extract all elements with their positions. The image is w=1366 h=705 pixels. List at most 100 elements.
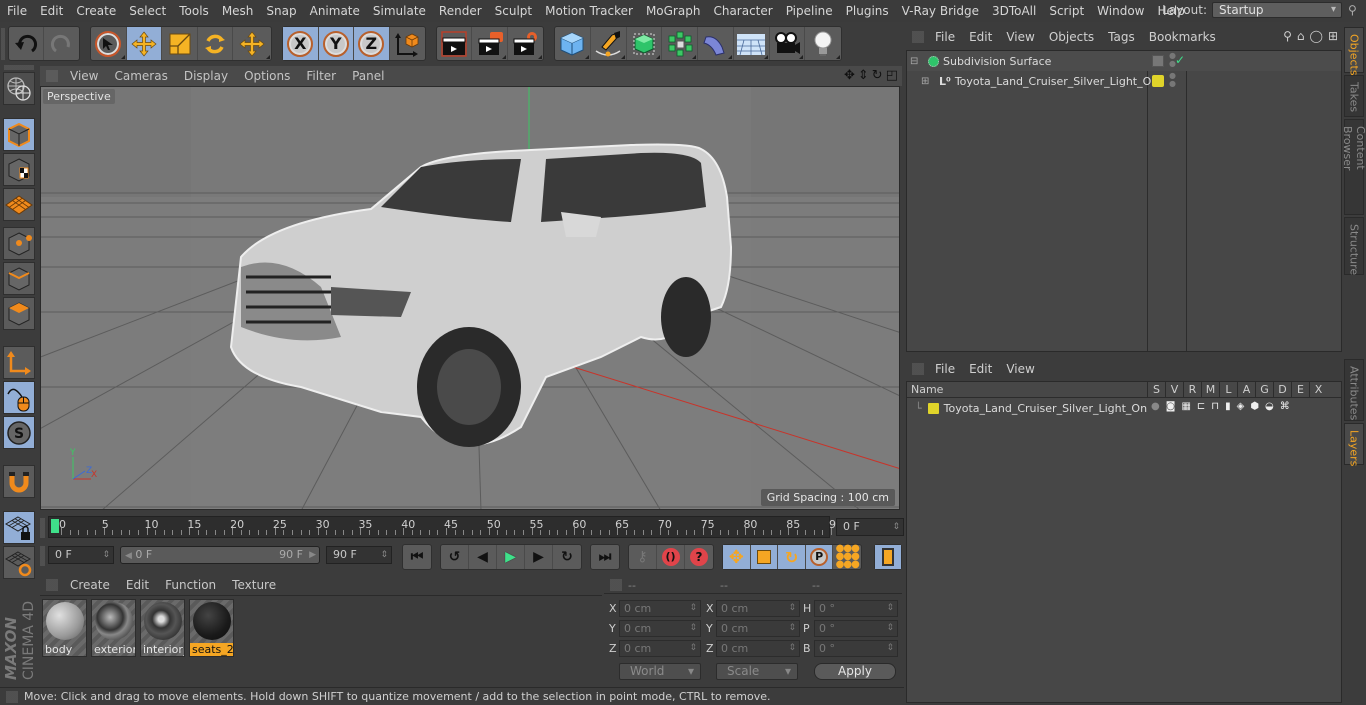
tab-structure[interactable]: Structure [1344,217,1364,275]
y-axis-lock-button[interactable]: Y [318,27,354,60]
size-y-field[interactable]: 0 cm ⇕ [716,620,800,637]
om-menu-objects[interactable]: Objects [1042,30,1101,44]
last-tool-button[interactable] [233,27,271,60]
subdivision-surface-button[interactable] [627,27,663,60]
menu-pipeline[interactable]: Pipeline [779,4,839,18]
layer-row[interactable]: └ Toyota_Land_Cruiser_Silver_Light_On ● … [907,398,1341,418]
timeline-ruler[interactable]: 051015202530354045505560657075808590 [48,516,843,538]
column-name[interactable]: Name [907,382,1147,397]
object-name[interactable]: Toyota_Land_Cruiser_Silver_Light_On [955,75,1158,88]
previous-keyframe-button[interactable]: ↺ [441,545,469,569]
menu-simulate[interactable]: Simulate [366,4,432,18]
transport-grip[interactable] [40,546,45,566]
record-keys-button[interactable]: ⚷ [629,545,657,569]
menu-snap[interactable]: Snap [259,4,302,18]
viewport-grip[interactable] [46,70,58,82]
render-view-button[interactable] [437,27,473,60]
snap-button[interactable] [3,465,35,498]
key-position-button[interactable]: ✥ [723,545,751,569]
layer-name[interactable]: Toyota_Land_Cruiser_Silver_Light_On [944,402,1147,415]
lock-open-icon[interactable]: ⊓ [1211,401,1219,412]
start-frame-field[interactable]: 0 F ⇕ [48,546,114,564]
menu-vray-bridge[interactable]: V-Ray Bridge [895,4,985,18]
range-right-arrow-icon[interactable]: ▶ [309,547,316,563]
solo-mode-button[interactable]: S [3,416,35,449]
enabled-check-icon[interactable]: ✓ [1175,53,1185,67]
workplane-mode-button[interactable] [3,188,35,221]
column-render[interactable]: R [1183,382,1201,397]
viewport-menu-panel[interactable]: Panel [344,69,392,83]
search-icon[interactable]: ⚲ [1283,29,1292,43]
layer-color-swatch[interactable] [1152,75,1164,87]
frame-range-slider[interactable]: ◀ 0 F 90 F ▶ [120,546,320,564]
scale-tool-button[interactable] [162,27,198,60]
light-button[interactable] [805,27,841,60]
tab-content-browser[interactable]: Content Browser [1341,119,1366,215]
points-mode-button[interactable] [3,227,35,260]
viewport-menu-filter[interactable]: Filter [298,69,344,83]
viewport-menu-display[interactable]: Display [176,69,236,83]
column-manager[interactable]: M [1201,382,1219,397]
layer-manager-grip[interactable] [912,363,924,375]
tab-objects[interactable]: Objects [1344,27,1364,76]
polygons-mode-button[interactable] [3,297,35,330]
column-xrefs[interactable]: X [1309,382,1327,397]
menu-plugins[interactable]: Plugins [839,4,895,18]
orbit-view-icon[interactable]: ↻ [872,68,883,83]
go-to-start-button[interactable]: ⏮ [403,545,431,569]
current-frame-field[interactable]: 0 F ⇕ [836,518,904,536]
generator-icon[interactable]: ◈ [1237,401,1245,412]
pos-z-field[interactable]: 0 cm ⇕ [619,640,701,657]
material-menu-create[interactable]: Create [62,578,118,592]
menu-window[interactable]: Window [1090,4,1150,18]
pen-spline-button[interactable] [591,27,627,60]
material-menu-texture[interactable]: Texture [224,578,284,592]
coordinate-system-button[interactable] [390,27,425,60]
camera-button[interactable] [770,27,806,60]
solo-dot-icon[interactable]: ● [1151,401,1160,412]
column-solo[interactable]: S [1147,382,1165,397]
render-tag-icon[interactable] [1152,55,1164,67]
toggle-layout-icon[interactable]: ◰ [886,68,898,83]
viewport-menu-cameras[interactable]: Cameras [106,69,175,83]
deformer-icon[interactable]: ⬢ [1250,401,1259,412]
floor-button[interactable] [734,27,770,60]
key-pla-button[interactable]: ●●● ●●● ●●● [833,544,861,570]
material-interior[interactable]: interior_ [140,599,185,657]
edges-mode-button[interactable] [3,262,35,295]
menu-mesh[interactable]: Mesh [215,4,260,18]
menu-file[interactable]: File [0,4,33,18]
menu-3dtoall[interactable]: 3DToAll [985,4,1042,18]
zoom-view-icon[interactable]: ⇕ [858,68,869,83]
object-row[interactable]: ⊟ Subdivision Surface ● ● ✓ [907,51,1341,71]
menu-tools[interactable]: Tools [172,4,215,18]
locked-workplane-button[interactable] [3,511,35,544]
home-icon[interactable]: ⌂ [1297,29,1305,43]
coord-grip[interactable] [610,579,622,591]
3d-viewport[interactable]: Perspective Y X Z Grid Spacing : 100 cm [40,86,900,510]
material-body[interactable]: body [42,599,87,657]
cloner-button[interactable] [662,27,698,60]
menu-mograph[interactable]: MoGraph [639,4,707,18]
playhead[interactable] [51,519,59,533]
apply-button[interactable]: Apply [814,663,896,680]
select-tool-button[interactable] [91,27,127,60]
expression-icon[interactable]: ◒ [1265,401,1274,412]
new-window-icon[interactable]: ⊞ [1328,29,1338,43]
xref-icon[interactable]: ⌘ [1280,401,1290,412]
visible-eye-icon[interactable]: ◙ [1166,401,1176,412]
layout-dropdown[interactable]: Startup [1212,2,1342,18]
coordinate-space-dropdown[interactable]: World [619,663,701,680]
pan-view-icon[interactable]: ✥ [844,68,855,83]
redo-button[interactable] [44,27,79,60]
rot-b-field[interactable]: 0 ° ⇕ [814,640,898,657]
om-menu-edit[interactable]: Edit [962,30,999,44]
menu-script[interactable]: Script [1042,4,1090,18]
menu-sculpt[interactable]: Sculpt [488,4,538,18]
menu-create[interactable]: Create [69,4,122,18]
toolbar-grip[interactable] [1,28,5,60]
lm-menu-view[interactable]: View [999,362,1041,376]
play-button[interactable]: ▶ [497,545,525,569]
column-deformers[interactable]: D [1273,382,1291,397]
make-editable-button[interactable] [3,72,35,105]
